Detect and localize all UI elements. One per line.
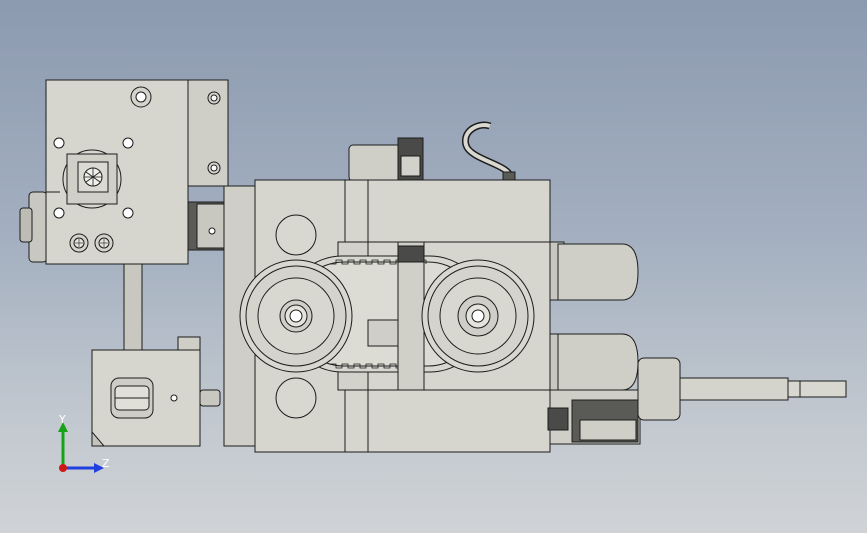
top-cylinder[interactable]	[348, 137, 424, 182]
output-shaft[interactable]	[637, 357, 847, 421]
z-axis-label: Z	[102, 457, 110, 470]
cad-viewport[interactable]: Y Z	[0, 0, 867, 533]
right-pulley[interactable]	[421, 259, 535, 373]
y-axis-label: Y	[59, 413, 66, 426]
support-rod	[123, 261, 143, 355]
lower-motor[interactable]	[547, 333, 641, 445]
upper-motor[interactable]	[549, 241, 639, 301]
assembly-model[interactable]	[0, 0, 867, 533]
left-pulley[interactable]	[239, 259, 353, 373]
coordinate-triad: Y Z	[50, 410, 120, 480]
x-axis-dot	[59, 464, 67, 472]
